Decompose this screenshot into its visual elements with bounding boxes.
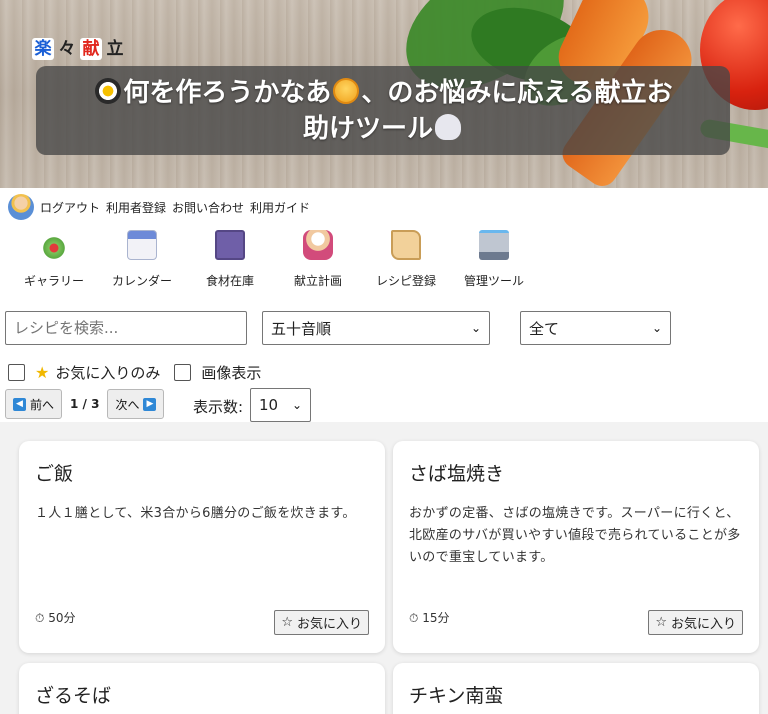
frying-pan-icon xyxy=(95,77,122,104)
nav-label: 献立計画 xyxy=(293,274,342,288)
laptop-icon xyxy=(479,230,509,260)
logo-char: 々 xyxy=(58,39,76,59)
nav-label: カレンダー xyxy=(111,274,172,288)
hero-tagline-part: 助けツール xyxy=(302,113,433,144)
nav-label: レシピ登録 xyxy=(375,274,436,288)
nav-label: 管理ツール xyxy=(463,274,524,288)
recipe-description: おかずの定番、さばの塩焼きです。スーパーに行くと、北欧産のサバが買いやすい値段で… xyxy=(409,506,741,565)
arrow-left-icon: ◀ xyxy=(13,397,26,411)
recipe-time-value: 50分 xyxy=(48,611,76,625)
favorite-button-label: お気に入り xyxy=(296,617,362,632)
recipe-card[interactable]: チキン南蛮 xyxy=(393,663,759,714)
main-nav: ギャラリー カレンダー 食材在庫 献立計画 レシピ登録 管理ツール xyxy=(10,230,538,289)
favorite-button[interactable]: ☆ お気に入り xyxy=(648,610,743,635)
image-display-checkbox[interactable] xyxy=(174,364,192,381)
recipe-title: ご飯 xyxy=(35,463,74,485)
prev-page-label: 前へ xyxy=(30,397,55,412)
ghost-icon xyxy=(435,113,461,140)
nav-item-plan[interactable]: 献立計画 xyxy=(274,230,362,289)
filter-bar: 五十音順 ⌄ 全て ⌄ ★ お気に入りのみ 画像表示 ◀ 前へ 1 / 3 次へ… xyxy=(0,310,768,422)
recipe-time-value: 15分 xyxy=(422,611,450,625)
recipe-card[interactable]: さば塩焼き おかずの定番、さばの塩焼きです。スーパーに行くと、北欧産のサバが買い… xyxy=(393,441,759,653)
recipe-title: チキン南蛮 xyxy=(409,685,504,707)
recipe-title: さば塩焼き xyxy=(409,463,505,485)
per-page-label: 表示数: xyxy=(193,398,244,416)
register-link[interactable]: 利用者登録 xyxy=(106,199,166,216)
nav-item-calendar[interactable]: カレンダー xyxy=(98,230,186,289)
star-outline-icon: ☆ xyxy=(281,615,293,630)
next-page-label: 次へ xyxy=(115,397,140,412)
nav-item-recipe-register[interactable]: レシピ登録 xyxy=(362,230,450,289)
hero-tagline: 何を作ろうかなあ 、のお悩みに応える献立お 助けツール xyxy=(93,75,673,147)
nav-item-admin[interactable]: 管理ツール xyxy=(450,230,538,289)
category-select-value: 全て xyxy=(529,319,560,338)
recipe-search-input[interactable] xyxy=(5,311,247,345)
top-links: ログアウト 利用者登録 お問い合わせ 利用ガイド xyxy=(8,194,310,220)
favorite-button[interactable]: ☆ お気に入り xyxy=(274,610,369,635)
favorites-only-checkbox[interactable] xyxy=(8,364,25,381)
cabinet-icon xyxy=(215,230,245,260)
timer-icon: ⏱ xyxy=(409,611,419,625)
page-indicator: 1 / 3 xyxy=(70,397,100,411)
salad-icon xyxy=(39,230,69,260)
contact-link[interactable]: お問い合わせ xyxy=(172,199,244,216)
chevron-down-icon: ⌄ xyxy=(470,321,481,335)
nav-item-gallery[interactable]: ギャラリー xyxy=(10,230,98,289)
prev-page-button[interactable]: ◀ 前へ xyxy=(5,389,63,419)
timer-icon: ⏱ xyxy=(35,611,45,625)
chevron-down-icon: ⌄ xyxy=(291,398,302,412)
star-outline-icon: ☆ xyxy=(655,615,667,630)
guide-link[interactable]: 利用ガイド xyxy=(250,199,310,216)
hero-tagline-box: 何を作ろうかなあ 、のお悩みに応える献立お 助けツール xyxy=(36,66,730,155)
filter-checkboxes: ★ お気に入りのみ 画像表示 xyxy=(8,362,261,383)
site-header: ログアウト 利用者登録 お問い合わせ 利用ガイド ギャラリー カレンダー 食材在… xyxy=(0,188,768,310)
site-logo[interactable]: 楽 々 献 立 xyxy=(32,38,126,60)
nav-item-stock[interactable]: 食材在庫 xyxy=(186,230,274,289)
chevron-down-icon: ⌄ xyxy=(651,321,662,335)
calendar-icon xyxy=(127,230,157,260)
user-avatar-icon[interactable] xyxy=(8,194,34,220)
scroll-icon xyxy=(391,230,421,260)
image-display-label: 画像表示 xyxy=(201,364,262,382)
nav-label: 食材在庫 xyxy=(205,274,254,288)
logout-link[interactable]: ログアウト xyxy=(40,199,100,216)
recipe-card[interactable]: ご飯 １人１膳として、米3合から6膳分のご飯を炊きます。 ⏱ 50分 ☆ お気に入… xyxy=(19,441,385,653)
worried-face-icon xyxy=(333,77,360,104)
per-page-value: 10 xyxy=(259,396,279,414)
hero-banner: 楽 々 献 立 何を作ろうかなあ 、のお悩みに応える献立お 助けツール xyxy=(0,0,768,188)
favorites-only-label: お気に入りのみ xyxy=(55,364,161,382)
nav-label: ギャラリー xyxy=(23,274,84,288)
per-page-select[interactable]: 10 ⌄ xyxy=(250,388,311,422)
category-select[interactable]: 全て ⌄ xyxy=(520,311,671,345)
favorite-button-label: お気に入り xyxy=(670,617,736,632)
recipe-time: ⏱ 15分 xyxy=(409,609,449,626)
recipe-card[interactable]: ざるそば xyxy=(19,663,385,714)
hero-tagline-part: 何を作ろうかなあ xyxy=(123,77,332,108)
logo-char: 立 xyxy=(106,39,124,59)
sort-select[interactable]: 五十音順 ⌄ xyxy=(262,311,490,345)
arrow-right-icon: ▶ xyxy=(143,397,157,411)
star-icon: ★ xyxy=(35,363,50,382)
pagination: ◀ 前へ 1 / 3 次へ ▶ xyxy=(5,389,165,419)
recipe-title: ざるそば xyxy=(35,685,112,707)
hero-tagline-part: 、のお悩みに応える献立お xyxy=(361,77,673,108)
sort-select-value: 五十音順 xyxy=(271,319,332,338)
chef-icon xyxy=(303,230,333,260)
logo-char: 献 xyxy=(80,38,102,60)
next-page-button[interactable]: 次へ ▶ xyxy=(107,389,165,419)
recipe-description: １人１膳として、米3合から6膳分のご飯を炊きます。 xyxy=(35,506,356,521)
recipe-time: ⏱ 50分 xyxy=(35,609,75,626)
logo-char: 楽 xyxy=(32,38,54,60)
